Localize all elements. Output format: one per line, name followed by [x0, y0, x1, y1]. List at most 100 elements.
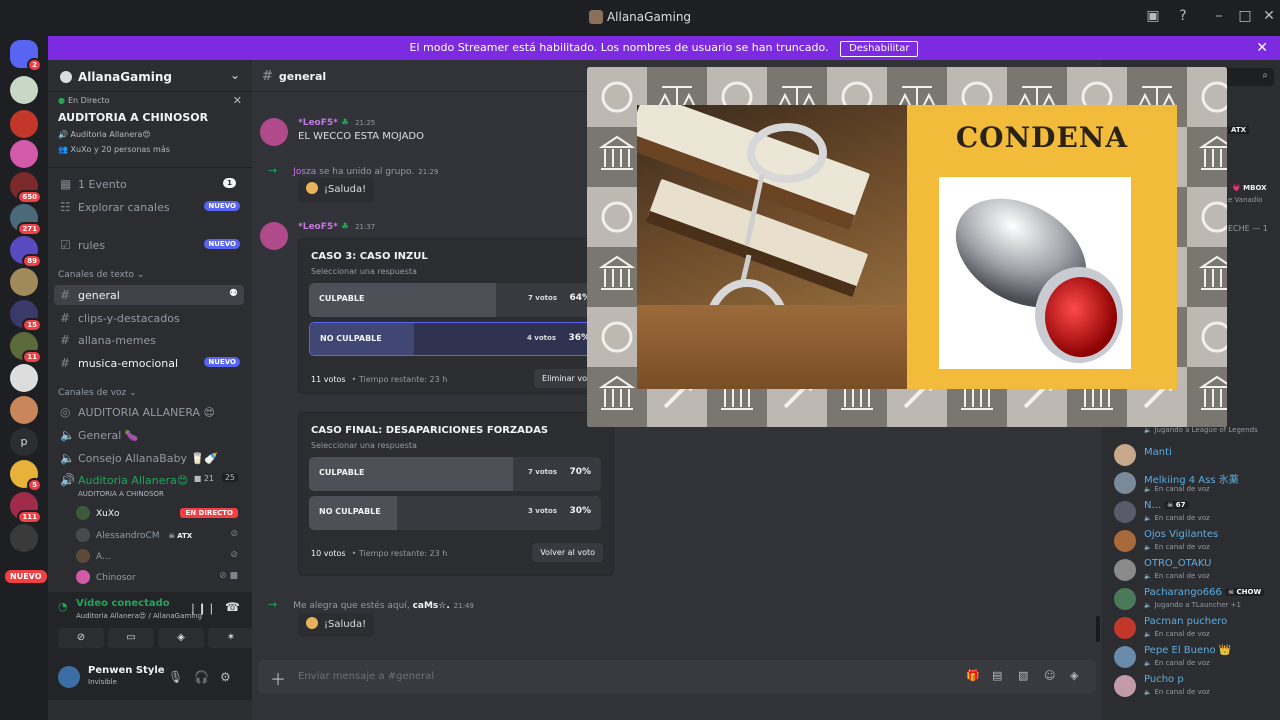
noise-suppression-icon[interactable]: ❘❙❘ — [188, 602, 216, 615]
voice-user-a[interactable]: A... ⊘ — [76, 549, 246, 567]
poll-option[interactable]: NO CULPABLE 3 votos 30% — [309, 496, 601, 530]
maximize-icon[interactable]: □ — [1236, 8, 1254, 24]
screen-share-button[interactable]: ▭ — [108, 628, 154, 648]
wave-sticker-icon — [306, 617, 318, 629]
scrollbar[interactable] — [1096, 616, 1100, 642]
avatar[interactable] — [58, 666, 80, 688]
channel-general[interactable]: # general ⚉ — [54, 285, 244, 305]
return-to-vote-button[interactable]: Volver al voto — [532, 543, 603, 562]
guild-icon[interactable] — [10, 364, 38, 392]
guild-p-icon[interactable]: p — [10, 428, 38, 456]
guild-icon[interactable] — [10, 140, 38, 168]
guild-icon[interactable]: 89 — [10, 236, 42, 268]
guild-sidebar: 2 650 271 89 15 11 p 5 111 NUEVO — [0, 34, 48, 720]
voice-user-xuxo[interactable]: XuXo EN DIRECTO — [76, 506, 246, 524]
sticker-icon[interactable]: ▧ — [1018, 669, 1028, 682]
guild-icon[interactable] — [10, 268, 38, 296]
speaker-icon: 🔈 — [60, 428, 75, 442]
new-guilds-pill[interactable]: NUEVO — [5, 570, 47, 583]
member-item[interactable]: Pacharango666☠ CHOWJugando a TLauncher +… — [1114, 586, 1280, 614]
soundboard-button[interactable]: ✶ — [208, 628, 254, 648]
headphones-icon[interactable]: 🎧 — [194, 670, 209, 684]
avatar[interactable] — [260, 222, 288, 250]
member-item[interactable]: OTRO_OTAKUEn canal de voz — [1114, 557, 1280, 585]
disconnect-icon[interactable]: ☎ — [225, 600, 240, 614]
member-item[interactable]: Ojos VigilantesEn canal de voz — [1114, 528, 1280, 556]
voice-user-alessandro[interactable]: AlessandroCM ☠ ATX ⊘ — [76, 528, 246, 546]
signal-icon[interactable]: ◔ — [58, 600, 68, 613]
message-author[interactable]: *LeoF5* ♣ 21:37 — [298, 222, 375, 232]
close-event-icon[interactable]: ✕ — [233, 94, 242, 107]
member-item[interactable]: Manti — [1114, 442, 1280, 470]
guild-icon[interactable]: 271 — [10, 204, 42, 236]
poll-hint: Seleccionar una respuesta — [311, 267, 417, 276]
guild-icon[interactable]: 111 — [10, 492, 42, 524]
image-overlay[interactable]: CONDENA — [587, 67, 1227, 427]
channel-memes[interactable]: # allana-memes — [54, 330, 244, 350]
gift-icon[interactable]: 🎁 — [966, 669, 980, 682]
wave-button[interactable]: ¡Saluda! — [298, 178, 374, 202]
poll-option[interactable]: CULPABLE 7 votos 64% — [309, 283, 601, 317]
member-item[interactable]: Pacman pucheroEn canal de voz — [1114, 615, 1280, 643]
channel-rules[interactable]: ☑ rules NUEVO — [54, 235, 244, 255]
emoji-icon[interactable]: ☺ — [1044, 669, 1055, 682]
activity-button[interactable]: ◈ — [158, 628, 204, 648]
guild-icon[interactable]: 5 — [10, 460, 42, 492]
guild-icon[interactable]: 15 — [10, 300, 42, 332]
discord-home-icon[interactable]: 2 — [10, 40, 42, 72]
member-item[interactable]: N...☠ 67En canal de voz — [1114, 499, 1280, 527]
guild-icon[interactable]: 650 — [10, 172, 42, 204]
voice-channel-path[interactable]: Auditoria Allanera😍 / AllanaGaming — [76, 612, 202, 620]
camera-off-button[interactable]: ⊘ — [58, 628, 104, 648]
server-avatar-icon — [588, 10, 603, 24]
gear-icon[interactable]: ⚙ — [220, 670, 231, 684]
events-item[interactable]: ▦ 1 Evento 1 — [54, 174, 244, 194]
voice-user-chinosor[interactable]: Chinosor ⊘ ■ — [76, 570, 246, 588]
close-banner-icon[interactable]: ✕ — [1256, 36, 1268, 60]
arrow-right-icon: → — [268, 598, 278, 611]
guild-icon[interactable] — [10, 396, 38, 424]
add-attachment-icon[interactable]: ＋ — [270, 666, 286, 690]
live-event-card[interactable]: En Directo AUDITORIA A CHINOSOR 🔊 Audito… — [48, 92, 252, 168]
message-composer: ＋ Enviar mensaje a #general 🎁 ▤ ▧ ☺ ◈ — [258, 660, 1096, 694]
guild-icon[interactable]: 11 — [10, 332, 42, 364]
gif-icon[interactable]: ▤ — [992, 669, 1002, 682]
avatar[interactable] — [260, 118, 288, 146]
member-item[interactable]: Pepe El Bueno 👑En canal de voz — [1114, 644, 1280, 672]
username[interactable]: Penwen Style — [88, 665, 165, 676]
guild-icon[interactable] — [10, 524, 38, 552]
message-input[interactable]: Enviar mensaje a #general — [298, 671, 434, 682]
poll-question: CASO FINAL: DESAPARICIONES FORZADAS — [311, 425, 549, 436]
voice-channel-general[interactable]: 🔈 General 🍆 — [54, 425, 244, 445]
close-window-icon[interactable]: ✕ — [1260, 8, 1278, 24]
help-icon[interactable]: ? — [1174, 8, 1192, 24]
server-header[interactable]: AllanaGaming ⌄ — [48, 60, 252, 92]
disable-streamer-button[interactable]: Deshabilitar — [840, 41, 919, 57]
minimize-icon[interactable]: – — [1210, 8, 1228, 24]
voice-channel-consejo[interactable]: 🔈 Consejo AllanaBaby 🥛🍼 — [54, 448, 244, 468]
hash-icon: # — [262, 69, 273, 84]
poll-footer: 11 votos • Tiempo restante: 23 h — [311, 375, 448, 384]
message-text: EL WECCO ESTA MOJADO — [298, 131, 424, 142]
member-item[interactable]: Pucho pEn canal de voz — [1114, 673, 1280, 701]
voice-channel-auditoria-allanera[interactable]: 🔊 Auditoria Allanera😍 ■ 21 25 — [54, 470, 244, 490]
wave-button[interactable]: ¡Saluda! — [298, 613, 374, 637]
title-bar: AllanaGaming ▣ ? – □ ✕ — [0, 0, 1280, 34]
voice-channel-auditoria-stage[interactable]: ◎ AUDITORIA ALLANERA 😍 — [54, 402, 244, 422]
poll-option-selected[interactable]: NO CULPABLE 4 votos 36% — [309, 322, 601, 356]
guild-icon[interactable] — [10, 76, 38, 104]
activities-icon[interactable]: ◈ — [1070, 669, 1078, 682]
poll-card: CASO FINAL: DESAPARICIONES FORZADAS Sele… — [298, 412, 614, 576]
guild-icon[interactable] — [10, 110, 38, 138]
voice-channels-category[interactable]: Canales de voz ⌄ — [58, 388, 137, 398]
server-icon — [60, 71, 72, 83]
text-channels-category[interactable]: Canales de texto ⌄ — [58, 270, 144, 280]
channel-musica[interactable]: # musica-emocional NUEVO — [54, 353, 244, 373]
inbox-icon[interactable]: ▣ — [1144, 8, 1162, 24]
message-author[interactable]: *LeoF5* ♣ 21:25 — [298, 118, 375, 128]
microphone-icon[interactable]: 🎙 — [168, 670, 183, 684]
member-item[interactable]: Melkiing 4 Ass 氷薬En canal de voz — [1114, 470, 1280, 498]
browse-channels-item[interactable]: ☷ Explorar canales NUEVO — [54, 197, 244, 217]
channel-clips[interactable]: # clips-y-destacados — [54, 308, 244, 328]
poll-option[interactable]: CULPABLE 7 votos 70% — [309, 457, 601, 491]
